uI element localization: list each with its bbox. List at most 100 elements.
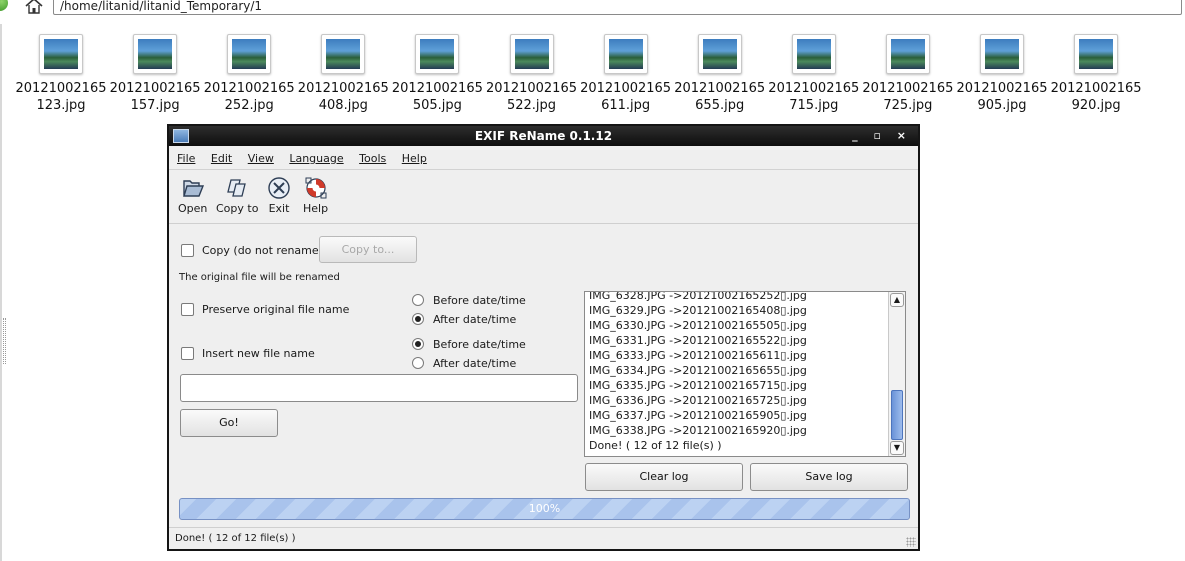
copy-checkbox-label: Copy (do not rename) <box>202 244 323 257</box>
file-item[interactable]: 20121002165 725.jpg <box>861 34 955 114</box>
file-name: 20121002165 408.jpg <box>297 81 389 113</box>
file-name: 20121002165 611.jpg <box>580 81 672 113</box>
image-file-icon <box>39 34 83 74</box>
file-item[interactable]: 20121002165 655.jpg <box>673 34 767 114</box>
open-button[interactable]: Open <box>178 176 207 215</box>
image-file-icon <box>791 34 836 74</box>
scroll-up-arrow-icon[interactable]: ▲ <box>890 293 904 307</box>
file-name: 20121002165 715.jpg <box>768 81 860 113</box>
log-line: IMG_6329.JPG ->20121002165408▯.jpg <box>589 304 807 317</box>
scroll-thumb[interactable] <box>891 390 903 440</box>
clear-log-button[interactable]: Clear log <box>585 463 743 491</box>
main-panel: Copy (do not rename) Copy to... The orig… <box>169 224 918 531</box>
log-line: IMG_6334.JPG ->20121002165655▯.jpg <box>589 364 807 377</box>
file-item[interactable]: 20121002165 920.jpg <box>1049 34 1143 114</box>
exit-icon <box>268 177 290 199</box>
progress-label: 100% <box>528 502 561 515</box>
save-log-button[interactable]: Save log <box>750 463 908 491</box>
file-name: 20121002165 522.jpg <box>486 81 577 113</box>
insert-before-label: Before date/time <box>433 338 526 351</box>
image-file-icon <box>980 34 1024 74</box>
preserve-name-checkbox[interactable] <box>181 303 194 316</box>
log-line: IMG_6328.JPG ->20121002165252▯.jpg <box>589 291 807 302</box>
file-item[interactable]: 20121002165 715.jpg <box>767 34 861 114</box>
menubar: File Edit View Language Tools Help <box>169 146 918 170</box>
window-title: EXIF ReName 0.1.12 <box>474 129 613 143</box>
file-name: 20121002165 655.jpg <box>674 81 766 113</box>
copy-to-dialog-button[interactable]: Copy to... <box>319 236 417 263</box>
path-input[interactable]: /home/litanid/litanid_Temporary/1 <box>53 0 1182 15</box>
insert-name-checkbox[interactable] <box>181 347 194 360</box>
toolbar: Open Copy to Exit Help <box>169 170 918 224</box>
log-line: Done! ( 12 of 12 file(s) ) <box>589 439 722 452</box>
log-lines: IMG_6328.JPG ->20121002165252▯.jpg IMG_63… <box>589 291 889 453</box>
preserve-before-radio[interactable] <box>412 294 424 306</box>
preserve-after-label: After date/time <box>433 313 517 326</box>
image-file-icon <box>133 34 178 74</box>
preserve-after-radio[interactable] <box>412 313 424 325</box>
log-line: IMG_6331.JPG ->20121002165522▯.jpg <box>589 334 807 347</box>
log-line: IMG_6338.JPG ->20121002165920▯.jpg <box>589 424 807 437</box>
menu-help[interactable]: Help <box>402 146 427 172</box>
file-item[interactable]: 20121002165 905.jpg <box>955 34 1049 114</box>
file-name: 20121002165 920.jpg <box>1050 81 1142 113</box>
menu-file[interactable]: File <box>177 146 195 172</box>
exif-rename-window: EXIF ReName 0.1.12 _ ▫ × File Edit View … <box>167 124 920 551</box>
window-titlebar[interactable]: EXIF ReName 0.1.12 _ ▫ × <box>169 126 918 146</box>
file-item[interactable]: 20121002165 522.jpg <box>485 34 579 114</box>
open-label: Open <box>178 202 208 215</box>
image-file-icon <box>603 34 648 74</box>
progress-bar: 100% <box>179 498 910 520</box>
menu-tools[interactable]: Tools <box>359 146 386 172</box>
lifebuoy-icon <box>305 177 327 199</box>
app-window-icon <box>173 129 189 143</box>
log-line: IMG_6335.JPG ->20121002165715▯.jpg <box>589 379 807 392</box>
status-text: Done! ( 12 of 12 file(s) ) <box>175 533 296 544</box>
menu-edit[interactable]: Edit <box>211 146 232 172</box>
log-view[interactable]: IMG_6328.JPG ->20121002165252▯.jpg IMG_63… <box>584 291 906 457</box>
insert-name-label: Insert new file name <box>202 347 315 360</box>
file-item[interactable]: 20121002165 157.jpg <box>108 34 202 114</box>
folder-open-icon <box>182 180 204 197</box>
preserve-name-label: Preserve original file name <box>202 303 350 316</box>
file-name: 20121002165 505.jpg <box>391 81 483 113</box>
image-file-icon <box>697 34 742 74</box>
help-label: Help <box>303 202 329 215</box>
window-controls[interactable]: _ ▫ × <box>852 126 912 146</box>
info-text: The original file will be renamed <box>179 272 340 283</box>
file-name: 20121002165 905.jpg <box>956 81 1048 113</box>
location-bar: /home/litanid/litanid_Temporary/1 <box>0 0 1185 16</box>
insert-before-radio[interactable] <box>412 338 424 350</box>
file-item[interactable]: 20121002165 123.jpg <box>14 34 108 114</box>
file-name: 20121002165 252.jpg <box>203 81 295 113</box>
image-file-icon <box>227 34 272 74</box>
back-arrow-icon[interactable] <box>0 0 8 11</box>
file-name: 20121002165 725.jpg <box>862 81 954 113</box>
log-scrollbar[interactable]: ▲ ▼ <box>888 292 905 456</box>
file-item[interactable]: 20121002165 408.jpg <box>296 34 390 114</box>
image-file-icon <box>509 34 554 74</box>
menu-view[interactable]: View <box>248 146 274 172</box>
menu-language[interactable]: Language <box>289 146 343 172</box>
insert-after-label: After date/time <box>433 357 517 370</box>
help-button[interactable]: Help <box>303 176 328 215</box>
copy-to-label: Copy to <box>216 202 259 215</box>
insert-after-radio[interactable] <box>412 357 424 369</box>
log-line: IMG_6330.JPG ->20121002165505▯.jpg <box>589 319 807 332</box>
file-item[interactable]: 20121002165 252.jpg <box>202 34 296 114</box>
home-icon[interactable] <box>24 0 44 14</box>
exit-button[interactable]: Exit <box>267 176 291 215</box>
go-button[interactable]: Go! <box>180 409 278 437</box>
image-file-icon <box>415 34 460 74</box>
panel-splitter-handle[interactable] <box>3 318 6 364</box>
copy-to-button[interactable]: Copy to <box>216 176 258 215</box>
copy-checkbox[interactable] <box>181 244 194 257</box>
file-name: 20121002165 157.jpg <box>109 81 201 113</box>
new-name-input[interactable] <box>180 374 578 402</box>
left-panel-edge <box>0 24 2 561</box>
preserve-before-label: Before date/time <box>433 294 526 307</box>
file-item[interactable]: 20121002165 611.jpg <box>579 34 673 114</box>
file-item[interactable]: 20121002165 505.jpg <box>390 34 484 114</box>
scroll-down-arrow-icon[interactable]: ▼ <box>890 441 904 455</box>
resize-grip-icon[interactable] <box>906 537 916 547</box>
